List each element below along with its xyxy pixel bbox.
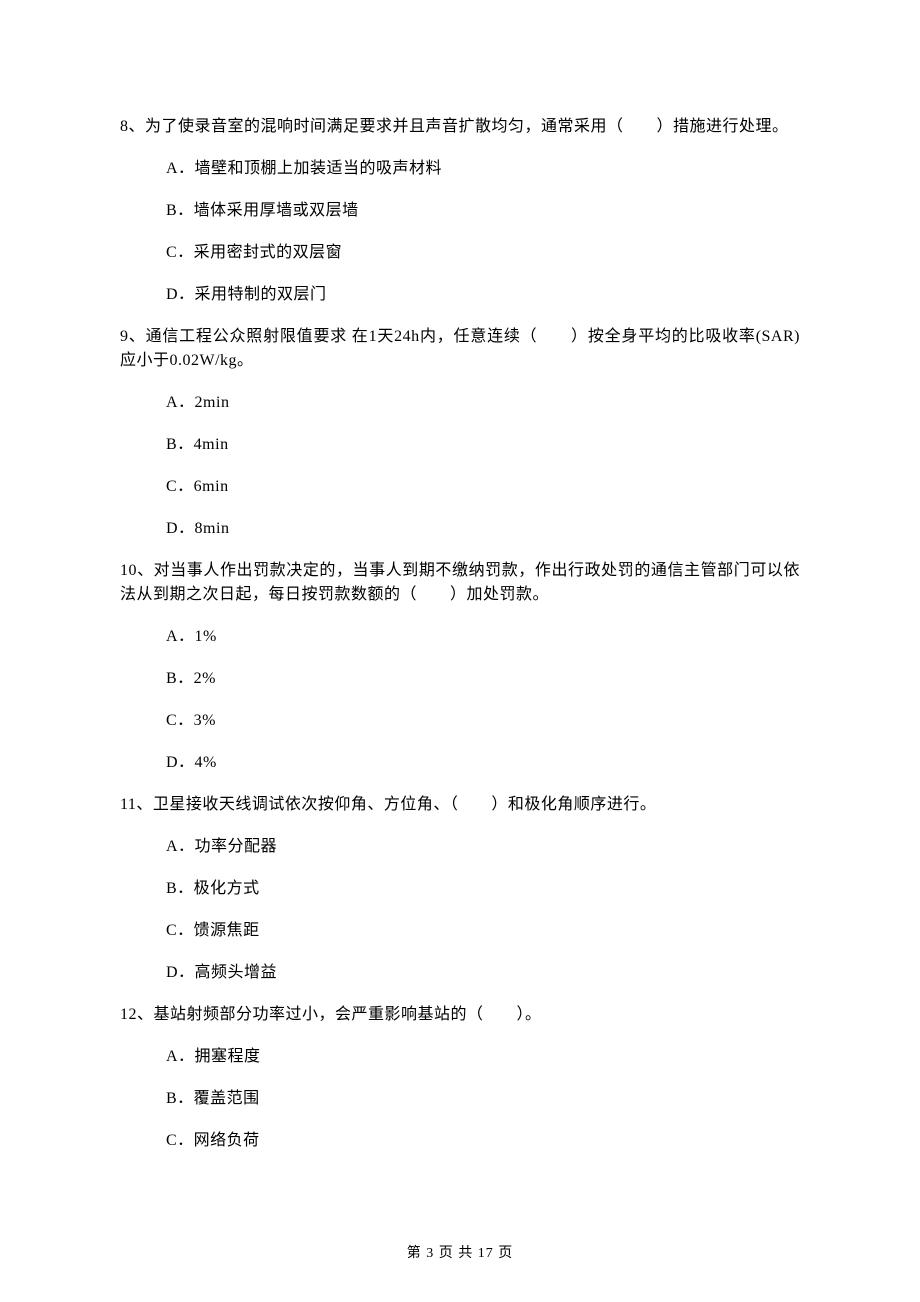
question-9-stem: 9、通信工程公众照射限值要求 在1天24h内，任意连续（ ）按全身平均的比吸收率…	[120, 325, 800, 373]
question-12-option-a: A．拥塞程度	[166, 1045, 800, 1069]
question-12-option-b: B．覆盖范围	[166, 1087, 800, 1111]
question-10-option-c: C．3%	[166, 709, 800, 733]
question-11-option-c: C．馈源焦距	[166, 919, 800, 943]
question-9-option-c: C．6min	[166, 475, 800, 499]
page-content: 8、为了使录音室的混响时间满足要求并且声音扩散均匀，通常采用（ ）措施进行处理。…	[0, 0, 920, 1211]
question-8-option-d: D．采用特制的双层门	[166, 283, 800, 307]
question-10-option-d: D．4%	[166, 751, 800, 775]
question-8-option-c: C．采用密封式的双层窗	[166, 241, 800, 265]
page-footer: 第 3 页 共 17 页	[0, 1242, 920, 1262]
question-11-option-b: B．极化方式	[166, 877, 800, 901]
question-8-option-a: A．墙壁和顶棚上加装适当的吸声材料	[166, 157, 800, 181]
question-11-option-a: A．功率分配器	[166, 835, 800, 859]
question-8-stem: 8、为了使录音室的混响时间满足要求并且声音扩散均匀，通常采用（ ）措施进行处理。	[120, 115, 800, 139]
question-9-option-d: D．8min	[166, 517, 800, 541]
question-10-option-a: A．1%	[166, 625, 800, 649]
question-12-option-c: C．网络负荷	[166, 1129, 800, 1153]
question-12-stem: 12、基站射频部分功率过小，会严重影响基站的（ ）。	[120, 1003, 800, 1027]
question-11-option-d: D．高频头增益	[166, 961, 800, 985]
question-10-option-b: B．2%	[166, 667, 800, 691]
question-9-option-a: A．2min	[166, 391, 800, 415]
question-10-stem: 10、对当事人作出罚款决定的，当事人到期不缴纳罚款，作出行政处罚的通信主管部门可…	[120, 559, 800, 607]
question-8-option-b: B．墙体采用厚墙或双层墙	[166, 199, 800, 223]
question-9-option-b: B．4min	[166, 433, 800, 457]
question-11-stem: 11、卫星接收天线调试依次按仰角、方位角、（ ）和极化角顺序进行。	[120, 793, 800, 817]
